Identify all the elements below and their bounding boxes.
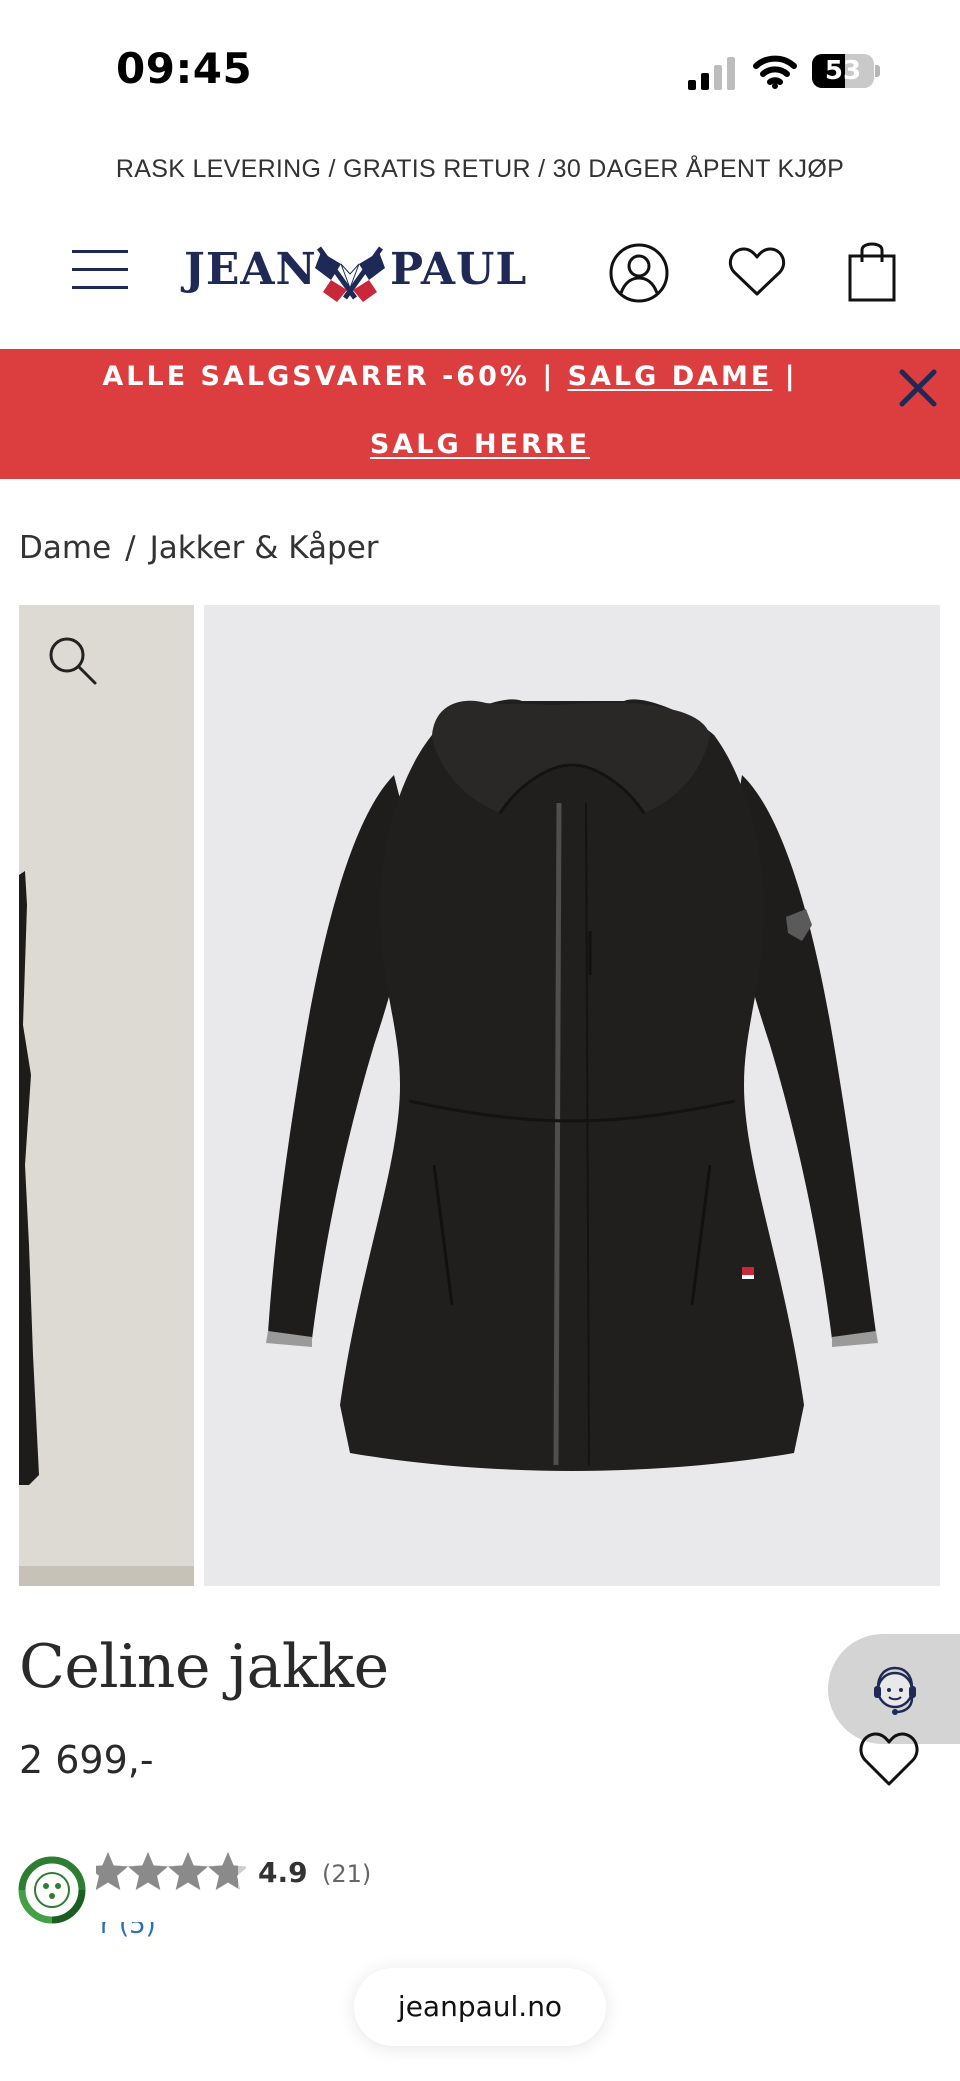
gallery-image-model[interactable] bbox=[19, 605, 194, 1586]
brand-logo[interactable]: JEAN PAUL bbox=[184, 240, 526, 302]
cellular-signal-icon bbox=[688, 57, 735, 90]
sale-banner-line: ALLE SALGSVARER -60% | SALG DAME | bbox=[0, 361, 900, 392]
add-to-wishlist-icon[interactable] bbox=[858, 1730, 920, 1790]
rating-stars bbox=[96, 1852, 246, 1890]
support-agent-icon bbox=[874, 1666, 916, 1715]
site-header: JEAN PAUL bbox=[0, 230, 960, 320]
rating-star bbox=[96, 1852, 128, 1890]
product-gallery[interactable] bbox=[19, 605, 940, 1586]
jacket-photo bbox=[266, 699, 878, 1471]
sale-herre-link[interactable]: SALG HERRE bbox=[370, 429, 590, 460]
customer-support-button[interactable] bbox=[828, 1634, 960, 1744]
zoom-icon[interactable] bbox=[47, 635, 99, 687]
flags-emblem-icon bbox=[315, 246, 385, 302]
rating-star bbox=[168, 1852, 208, 1890]
model-photo bbox=[19, 871, 39, 1485]
product-title: Celine jakke bbox=[19, 1632, 389, 1702]
reviews-link-text: r (5) bbox=[100, 1922, 156, 1940]
product-price: 2 699,- bbox=[19, 1738, 154, 1782]
breadcrumb-item-dame[interactable]: Dame bbox=[19, 530, 111, 566]
logo-text-right: PAUL bbox=[390, 244, 528, 295]
sale-dame-link[interactable]: SALG DAME bbox=[568, 361, 773, 392]
promo-strip: RASK LEVERING / GRATIS RETUR / 30 DAGER … bbox=[115, 155, 845, 183]
gallery-image-main[interactable] bbox=[204, 605, 940, 1586]
shopping-bag-icon[interactable] bbox=[846, 238, 898, 302]
breadcrumb-separator: / bbox=[125, 530, 136, 566]
reviews-link[interactable]: r (5) bbox=[100, 1922, 180, 1942]
wishlist-header-icon[interactable] bbox=[728, 246, 786, 298]
sale-banner-text: ALLE SALGSVARER -60% | bbox=[102, 361, 568, 392]
close-icon[interactable] bbox=[896, 366, 940, 410]
breadcrumb-item-jakker[interactable]: Jakker & Kåper bbox=[150, 530, 379, 566]
breadcrumb: Dame / Jakker & Kåper bbox=[19, 530, 379, 566]
menu-icon[interactable] bbox=[72, 248, 128, 292]
battery-icon: 53 bbox=[812, 54, 880, 88]
account-icon[interactable] bbox=[608, 242, 670, 304]
rating-value: 4.9 bbox=[258, 1856, 308, 1889]
rating-star bbox=[128, 1852, 168, 1890]
battery-percent: 53 bbox=[824, 56, 862, 86]
status-time: 09:45 bbox=[116, 44, 253, 93]
wifi-icon bbox=[753, 55, 797, 89]
sale-banner: ALLE SALGSVARER -60% | SALG DAME | SALG … bbox=[0, 349, 960, 479]
status-bar: 09:45 53 bbox=[0, 0, 960, 140]
sale-banner-separator: | bbox=[772, 361, 798, 392]
logo-text-left: JEAN bbox=[184, 244, 317, 295]
sale-banner-line-2: SALG HERRE bbox=[0, 429, 960, 460]
rating-count: (21) bbox=[322, 1860, 372, 1888]
eco-badge-icon[interactable] bbox=[18, 1856, 86, 1924]
browser-url-pill[interactable]: jeanpaul.no bbox=[354, 1968, 606, 2046]
